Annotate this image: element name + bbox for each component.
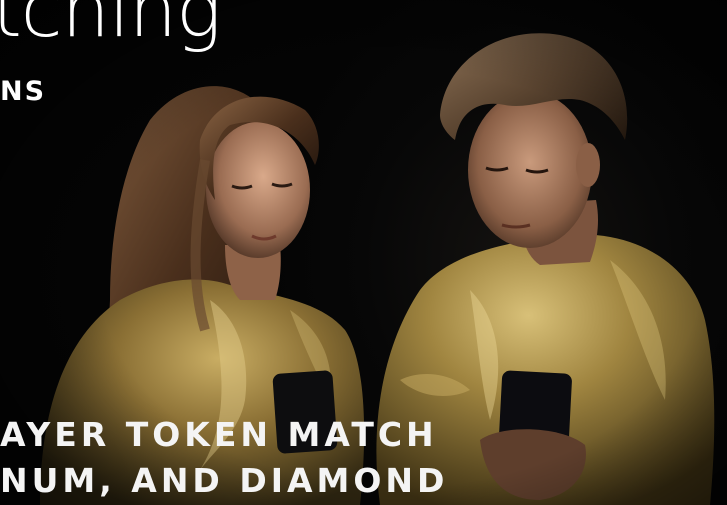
caption-line-1: AYER TOKEN MATCH xyxy=(0,415,438,454)
headline-text: tching xyxy=(0,0,222,54)
promo-banner-image: tching NS AYER TOKEN MATCH NUM, AND DIAM… xyxy=(0,0,727,505)
subhead-text: NS xyxy=(0,76,47,107)
caption-line-2: NUM, AND DIAMOND xyxy=(0,461,449,500)
